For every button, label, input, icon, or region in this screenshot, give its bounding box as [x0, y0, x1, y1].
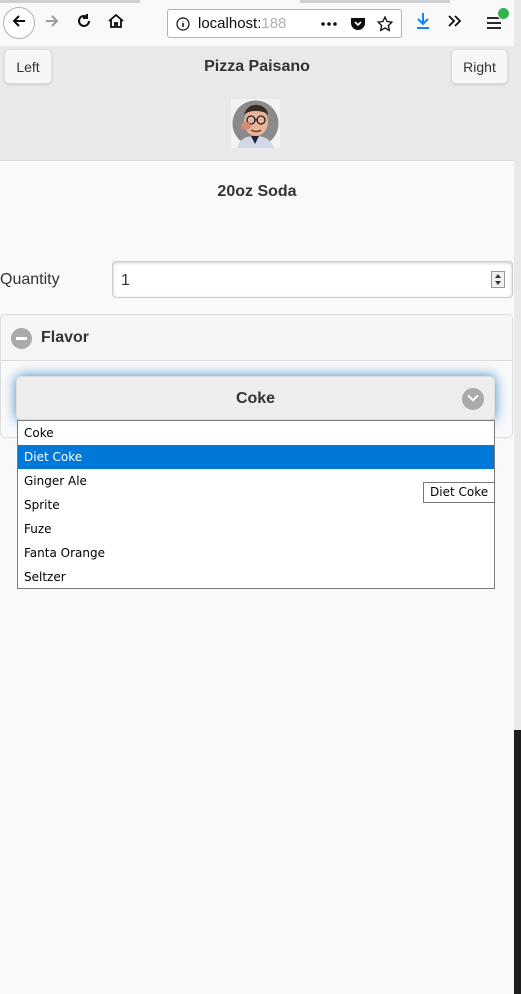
flavor-selected-value: Coke: [235, 390, 276, 407]
spinner-control[interactable]: [491, 271, 505, 288]
url-host: localhost:: [198, 15, 262, 32]
flavor-header[interactable]: Flavor: [1, 315, 512, 361]
app-header: Left Pizza Paisano Right: [0, 46, 514, 161]
browser-toolbar: localhost:188: [0, 0, 514, 47]
info-icon[interactable]: [176, 16, 190, 31]
collapse-minus-icon: [11, 328, 32, 349]
flavor-select[interactable]: Coke: [16, 376, 495, 420]
quantity-label: Quantity: [0, 271, 60, 288]
quantity-stepper[interactable]: 1: [112, 261, 513, 298]
forward-button[interactable]: [37, 8, 67, 38]
star-icon[interactable]: [377, 16, 393, 32]
home-button[interactable]: [101, 8, 131, 38]
menu-button[interactable]: [479, 7, 510, 38]
right-button[interactable]: Right: [451, 49, 508, 84]
flavor-option-coke[interactable]: Coke: [18, 421, 494, 445]
url-rest: 188: [261, 15, 287, 32]
home-icon: [107, 12, 125, 35]
reload-icon: [75, 12, 93, 35]
window-edge-dark: [514, 730, 521, 994]
url-text: localhost:188: [198, 15, 310, 32]
tab-strip-edge-right: [300, 0, 450, 3]
double-chevron-icon: [447, 14, 463, 33]
flavor-option-fuze[interactable]: Fuze: [18, 517, 494, 541]
url-bar[interactable]: localhost:188: [167, 9, 402, 38]
quantity-value: 1: [121, 272, 130, 289]
pocket-icon[interactable]: [350, 16, 366, 32]
page-title: Pizza Paisano: [204, 58, 310, 75]
product-title: 20oz Soda: [217, 183, 297, 200]
reload-button[interactable]: [69, 8, 99, 38]
download-arrow-icon: [415, 12, 431, 35]
more-actions-icon[interactable]: [321, 16, 337, 32]
increment-arrow-icon[interactable]: [495, 274, 501, 278]
option-tooltip: Diet Coke: [423, 482, 496, 503]
flavor-title: Flavor: [41, 329, 90, 346]
logo-avatar-icon: [231, 99, 280, 148]
update-badge-icon: [497, 7, 510, 20]
flavor-option-fanta-orange[interactable]: Fanta Orange: [18, 541, 494, 565]
decrement-arrow-icon[interactable]: [495, 281, 501, 285]
overflow-button[interactable]: [440, 8, 470, 38]
arrow-left-icon: [10, 12, 28, 35]
flavor-option-seltzer[interactable]: Seltzer: [18, 565, 494, 589]
flavor-option-diet-coke[interactable]: Diet Coke: [18, 445, 494, 469]
arrow-right-icon: [43, 12, 61, 35]
downloads-button[interactable]: [408, 8, 438, 38]
chevron-down-icon: [462, 388, 484, 410]
hamburger-icon: [486, 7, 510, 30]
back-button[interactable]: [3, 7, 35, 39]
flavor-dropdown-list: Coke Diet Coke Ginger Ale Sprite Fuze Fa…: [17, 420, 495, 589]
tab-strip-edge: [0, 0, 140, 3]
